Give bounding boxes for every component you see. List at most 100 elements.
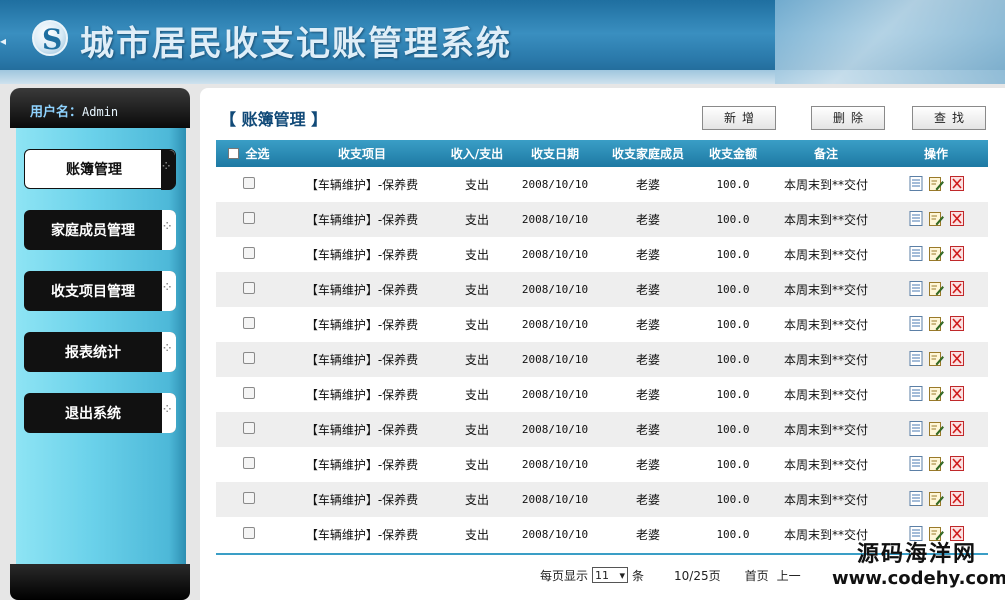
cell-date: 2008/10/10: [521, 493, 589, 506]
sidebar-item-label: 收支项目管理: [51, 284, 135, 300]
table-row: 【车辆维护】-保养费 支出 2008/10/10 老婆 100.0 本周末到**交付: [216, 482, 988, 517]
edit-icon[interactable]: [928, 351, 944, 366]
row-select-cell: [216, 212, 282, 227]
table-header: 全选 收支项目 收入/支出 收支日期 收支家庭成员 收支金额 备注 操作: [216, 140, 988, 167]
sidebar-item-ledger[interactable]: 账簿管理: [24, 149, 176, 190]
cell-date: 2008/10/10: [521, 213, 589, 226]
page-title: 【 账簿管理 】: [220, 110, 328, 129]
row-checkbox[interactable]: [243, 282, 255, 294]
chevron-down-icon: ▾: [619, 568, 626, 582]
cell-actions: [884, 525, 988, 544]
delete-icon[interactable]: [949, 245, 964, 261]
row-select-cell: [216, 282, 282, 297]
cell-member: 老婆: [635, 388, 660, 402]
cell-date: 2008/10/10: [521, 423, 589, 436]
edit-icon[interactable]: [928, 456, 944, 471]
cell-date: 2008/10/10: [521, 458, 589, 471]
view-icon[interactable]: [909, 385, 923, 401]
row-checkbox[interactable]: [243, 457, 255, 469]
cell-note: 本周末到**交付: [783, 283, 868, 297]
row-checkbox[interactable]: [243, 387, 255, 399]
cell-amount: 100.0: [716, 458, 750, 471]
back-arrow-icon: ◂: [0, 34, 7, 48]
delete-icon[interactable]: [949, 315, 964, 331]
delete-icon[interactable]: [949, 525, 964, 541]
view-icon[interactable]: [909, 490, 923, 506]
edit-icon[interactable]: [928, 246, 944, 261]
view-icon[interactable]: [909, 315, 923, 331]
edit-icon[interactable]: [928, 281, 944, 296]
select-all-checkbox[interactable]: [228, 148, 240, 159]
sidebar: 用户名：Admin 账簿管理 家庭成员管理 收支项目管理 报表统计 退出系统: [10, 88, 190, 600]
row-checkbox[interactable]: [243, 352, 255, 364]
table-row: 【车辆维护】-保养费 支出 2008/10/10 老婆 100.0 本周末到**交付: [216, 237, 988, 272]
edit-icon[interactable]: [928, 386, 944, 401]
view-icon[interactable]: [909, 210, 923, 226]
row-select-cell: [216, 422, 282, 437]
cell-member: 老婆: [635, 318, 660, 332]
sidebar-item-label: 退出系统: [65, 406, 121, 422]
table-row: 【车辆维护】-保养费 支出 2008/10/10 老婆 100.0 本周末到**交付: [216, 342, 988, 377]
row-checkbox[interactable]: [243, 247, 255, 259]
sidebar-item-categories[interactable]: 收支项目管理: [24, 271, 176, 311]
delete-button[interactable]: 删除: [811, 106, 885, 130]
prev-page-link[interactable]: 上一: [777, 567, 801, 584]
cell-type: 支出: [464, 318, 489, 332]
cell-actions: [884, 245, 988, 264]
view-icon[interactable]: [909, 175, 923, 191]
view-icon[interactable]: [909, 245, 923, 261]
cell-type: 支出: [464, 388, 489, 402]
sidebar-item-reports[interactable]: 报表统计: [24, 332, 176, 372]
edit-icon[interactable]: [928, 316, 944, 331]
page-info: 10/25页: [674, 568, 721, 583]
cell-date: 2008/10/10: [521, 248, 589, 261]
delete-icon[interactable]: [949, 175, 964, 191]
row-checkbox[interactable]: [243, 212, 255, 224]
cell-type: 支出: [464, 213, 489, 227]
delete-icon[interactable]: [949, 455, 964, 471]
delete-icon[interactable]: [949, 490, 964, 506]
cell-amount: 100.0: [716, 528, 750, 541]
view-icon[interactable]: [909, 525, 923, 541]
select-all-header[interactable]: 全选: [216, 145, 282, 162]
cell-amount: 100.0: [716, 178, 750, 191]
per-page-unit: 条: [632, 568, 645, 583]
first-page-link[interactable]: 首页: [745, 567, 769, 584]
add-button[interactable]: 新增: [702, 106, 776, 130]
delete-icon[interactable]: [949, 420, 964, 436]
delete-icon[interactable]: [949, 350, 964, 366]
grip-icon: [161, 150, 175, 190]
select-all-label: 全选: [245, 147, 270, 161]
row-checkbox[interactable]: [243, 492, 255, 504]
edit-icon[interactable]: [928, 526, 944, 541]
cell-actions: [884, 385, 988, 404]
table-row: 【车辆维护】-保养费 支出 2008/10/10 老婆 100.0 本周末到**交付: [216, 167, 988, 202]
current-user: 用户名：Admin: [30, 101, 118, 120]
row-checkbox[interactable]: [243, 422, 255, 434]
row-checkbox[interactable]: [243, 527, 255, 539]
app-header: ◂ 城市居民收支记账管理系统: [0, 0, 1005, 84]
cell-member: 老婆: [635, 283, 660, 297]
table-body: 【车辆维护】-保养费 支出 2008/10/10 老婆 100.0 本周末到**交付 【车辆…: [216, 167, 988, 552]
edit-icon[interactable]: [928, 211, 944, 226]
row-checkbox[interactable]: [243, 177, 255, 189]
sidebar-item-family-members[interactable]: 家庭成员管理: [24, 210, 176, 250]
table-row: 【车辆维护】-保养费 支出 2008/10/10 老婆 100.0 本周末到**交付: [216, 307, 988, 342]
edit-icon[interactable]: [928, 491, 944, 506]
view-icon[interactable]: [909, 350, 923, 366]
sidebar-item-logout[interactable]: 退出系统: [24, 393, 176, 433]
delete-icon[interactable]: [949, 280, 964, 296]
edit-icon[interactable]: [928, 421, 944, 436]
view-icon[interactable]: [909, 280, 923, 296]
view-icon[interactable]: [909, 455, 923, 471]
user-name: Admin: [82, 105, 119, 119]
per-page-select[interactable]: 11 ▾: [592, 567, 629, 583]
edit-icon[interactable]: [928, 176, 944, 191]
search-button[interactable]: 查找: [912, 106, 986, 130]
row-checkbox[interactable]: [243, 317, 255, 329]
cell-item: 【车辆维护】-保养费: [305, 458, 419, 472]
delete-icon[interactable]: [949, 210, 964, 226]
view-icon[interactable]: [909, 420, 923, 436]
column-header-amount: 收支金额: [708, 147, 757, 161]
delete-icon[interactable]: [949, 385, 964, 401]
